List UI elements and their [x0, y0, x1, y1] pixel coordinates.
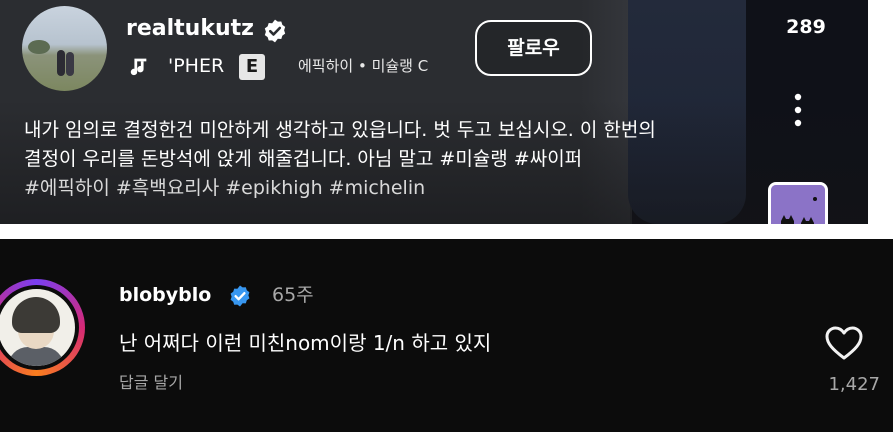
music-note-icon: [130, 58, 147, 76]
post-author-avatar[interactable]: [22, 6, 107, 91]
explicit-badge: E: [239, 54, 265, 80]
heart-outline-icon[interactable]: [824, 325, 864, 361]
more-vertical-icon[interactable]: [792, 92, 804, 128]
reply-button[interactable]: 답글 달기: [119, 372, 183, 394]
avatar-hair: [12, 297, 60, 333]
follow-button[interactable]: 팔로우: [475, 20, 592, 76]
caption-line: 결정이 우리를 돈방석에 앉게 해줄겁니다. 아님 말고 #미슐랭 #싸이퍼: [24, 148, 583, 170]
avatar-tree: [28, 40, 50, 54]
commenter-avatar[interactable]: [0, 289, 75, 366]
music-artist[interactable]: 에픽하이 • 미슐랭 C: [298, 53, 428, 79]
audio-thumbnail[interactable]: [768, 182, 828, 224]
music-title[interactable]: 'PHER: [168, 52, 224, 80]
avatar-figure: [57, 50, 65, 76]
comment-timestamp: 65주: [272, 284, 314, 306]
post-author-username[interactable]: realtukutz: [126, 14, 254, 44]
commenter-username[interactable]: blobyblo: [119, 282, 211, 308]
comment-like-count: 1,427: [828, 374, 880, 395]
caption-line: 내가 임의로 결정한건 미안하게 생각하고 있읍니다. 벗 두고 보십시오. 이…: [24, 119, 656, 141]
post-caption: 내가 임의로 결정한건 미안하게 생각하고 있읍니다. 벗 두고 보십시오. 이…: [24, 116, 764, 203]
caption-hashtags[interactable]: #에픽하이 #흑백요리사 #epikhigh #michelin: [24, 174, 764, 203]
comment-text: 난 어쩌다 이런 미친nom이랑 1/n 하고 있지: [119, 331, 492, 355]
post-like-count: 289: [786, 16, 826, 38]
reel-post-panel: realtukutz 'PHER E 에픽하이 • 미슐랭 C 팔로우 289 …: [0, 0, 868, 224]
avatar-shirt: [8, 347, 64, 366]
comment-panel: blobyblo 65주 난 어쩌다 이런 미친nom이랑 1/n 하고 있지 …: [0, 239, 893, 432]
verified-badge-icon: [230, 285, 250, 307]
verified-badge-icon: [264, 19, 286, 43]
cats-image: [771, 185, 825, 224]
avatar-figure: [66, 52, 74, 76]
panel-separator: [0, 224, 893, 239]
